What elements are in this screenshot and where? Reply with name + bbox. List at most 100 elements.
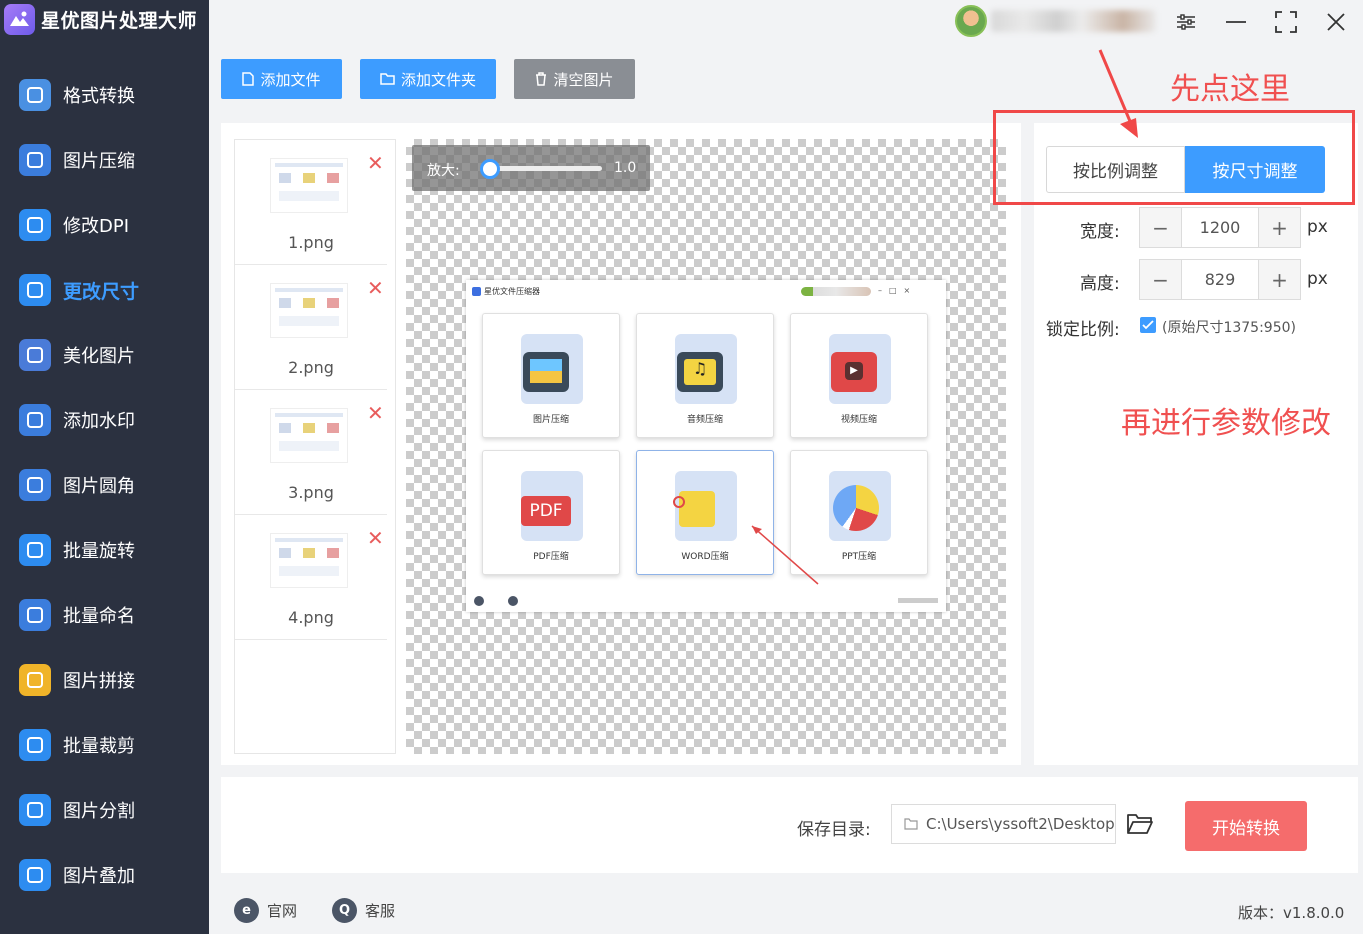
file-icon [242, 72, 255, 86]
height-input[interactable]: 829 [1181, 260, 1259, 299]
service-link[interactable]: Q 客服 [332, 898, 395, 923]
folder-icon [380, 73, 395, 85]
sidebar-item-rotate[interactable]: 批量旋转 [19, 530, 135, 570]
file-item[interactable]: 4.png ✕ [235, 515, 387, 640]
sidebar-item-overlay[interactable]: 图片叠加 [19, 855, 135, 895]
minimize-icon[interactable] [1224, 10, 1248, 34]
clip-icon [673, 496, 685, 508]
width-unit: px [1307, 217, 1328, 237]
annotation-arrow-icon [1098, 49, 1138, 138]
sidebar-item-watermark[interactable]: 添加水印 [19, 400, 135, 440]
remove-file-icon[interactable]: ✕ [367, 403, 384, 423]
close-icon[interactable] [1324, 10, 1348, 34]
sidebar-item-crop[interactable]: 批量裁剪 [19, 725, 135, 765]
start-convert-button[interactable]: 开始转换 [1185, 801, 1307, 851]
image-compress-icon [19, 144, 51, 176]
height-unit: px [1307, 269, 1328, 289]
sidebar-item-split[interactable]: 图片分割 [19, 790, 135, 830]
watermark-icon [19, 404, 51, 436]
height-decrement-button[interactable]: − [1140, 260, 1181, 299]
sidebar-item-rename[interactable]: 批量命名 [19, 595, 135, 635]
card-label: PDF压缩 [533, 552, 569, 562]
original-size-text: (原始尺寸1375:950) [1162, 320, 1296, 336]
settings-icon[interactable] [1174, 10, 1198, 34]
stitch-icon [19, 664, 51, 696]
add-file-label: 添加文件 [260, 70, 321, 89]
sidebar-item-label: 图片拼接 [63, 671, 135, 692]
inner-version-blurred [898, 598, 938, 603]
inner-website-icon [474, 596, 484, 606]
inner-title: 星优文件压缩器 [484, 287, 540, 296]
maximize-icon[interactable] [1274, 10, 1298, 34]
version-text: 版本：v1.8.0.0 [1238, 904, 1345, 922]
file-name: 3.png [288, 483, 334, 502]
file-list: 1.png ✕ 2.png ✕ 3.png ✕ 4.png ✕ [234, 139, 396, 754]
add-file-button[interactable]: 添加文件 [221, 59, 342, 99]
file-thumbnail [270, 408, 348, 463]
card-image-compress: 图片压缩 [482, 313, 620, 438]
sidebar-item-format-convert[interactable]: 格式转换 [19, 75, 135, 115]
round-corner-icon [19, 469, 51, 501]
sidebar-item-label: 图片压缩 [63, 151, 135, 172]
add-folder-button[interactable]: 添加文件夹 [360, 59, 496, 99]
file-thumbnail [270, 283, 348, 338]
dpi-icon [19, 209, 51, 241]
zoom-slider-knob[interactable] [480, 159, 500, 179]
file-item[interactable]: 1.png ✕ [235, 140, 387, 265]
file-thumbnail [270, 533, 348, 588]
red-arrow-icon [751, 525, 819, 585]
notepad-icon [679, 491, 715, 527]
clear-images-label: 清空图片 [553, 70, 614, 89]
save-dir-label: 保存目录: [797, 820, 871, 840]
zoom-label: 放大: [427, 163, 460, 179]
app-title: 星优图片处理大师 [41, 10, 198, 32]
width-input[interactable]: 1200 [1181, 208, 1259, 247]
sidebar-item-image-compress[interactable]: 图片压缩 [19, 140, 135, 180]
sidebar-item-beautify[interactable]: 美化图片 [19, 335, 135, 375]
music-note-icon: ♫ [684, 359, 716, 385]
sidebar-item-label: 添加水印 [63, 411, 135, 432]
height-label: 高度: [1080, 274, 1120, 294]
sidebar-item-label: 批量命名 [63, 606, 135, 627]
remove-file-icon[interactable]: ✕ [367, 278, 384, 298]
zoom-slider-track[interactable] [490, 166, 602, 171]
width-stepper: − 1200 + [1139, 207, 1301, 248]
sidebar-item-stitch[interactable]: 图片拼接 [19, 660, 135, 700]
save-dir-input[interactable]: C:\Users\yssoft2\Desktop [891, 804, 1116, 844]
browse-folder-icon[interactable] [1126, 812, 1154, 840]
pdf-icon: PDF [521, 496, 571, 526]
height-increment-button[interactable]: + [1259, 260, 1300, 299]
clear-images-button[interactable]: 清空图片 [514, 59, 635, 99]
remove-file-icon[interactable]: ✕ [367, 153, 384, 173]
service-label: 客服 [365, 902, 396, 920]
annotation-modify-params: 再进行参数修改 [1121, 406, 1331, 441]
add-folder-label: 添加文件夹 [400, 70, 476, 89]
sidebar-item-round-corner[interactable]: 图片圆角 [19, 465, 135, 505]
card-label: 音频压缩 [686, 415, 723, 425]
card-label: 视频压缩 [840, 415, 877, 425]
user-info[interactable] [955, 5, 1156, 37]
file-thumbnail [270, 158, 348, 213]
lock-ratio-checkbox[interactable] [1140, 317, 1156, 333]
zoom-value: 1.0 [614, 160, 637, 176]
sidebar-item-resize[interactable]: 更改尺寸 [19, 270, 139, 310]
sidebar-item-dpi[interactable]: 修改DPI [19, 205, 129, 245]
sidebar-item-label: 批量裁剪 [63, 736, 135, 757]
sidebar-item-label: 格式转换 [63, 86, 135, 107]
trash-icon [536, 72, 547, 86]
file-item[interactable]: 2.png ✕ [235, 265, 387, 390]
remove-file-icon[interactable]: ✕ [367, 528, 384, 548]
card-pdf-compress: PDF PDF压缩 [482, 450, 620, 575]
file-item[interactable]: 3.png ✕ [235, 390, 387, 515]
width-decrement-button[interactable]: − [1140, 208, 1181, 247]
sidebar-item-label: 图片圆角 [63, 476, 135, 497]
save-dir-value: C:\Users\yssoft2\Desktop [926, 815, 1115, 833]
app-logo: 星优图片处理大师 [4, 4, 197, 35]
website-link[interactable]: e 官网 [234, 898, 297, 923]
sidebar-item-label: 修改DPI [63, 216, 130, 237]
sidebar-item-label: 图片叠加 [63, 866, 135, 887]
zoom-control: 放大: 1.0 [412, 145, 650, 191]
width-increment-button[interactable]: + [1259, 208, 1300, 247]
inner-service-icon [508, 596, 518, 606]
file-name: 4.png [288, 608, 334, 627]
